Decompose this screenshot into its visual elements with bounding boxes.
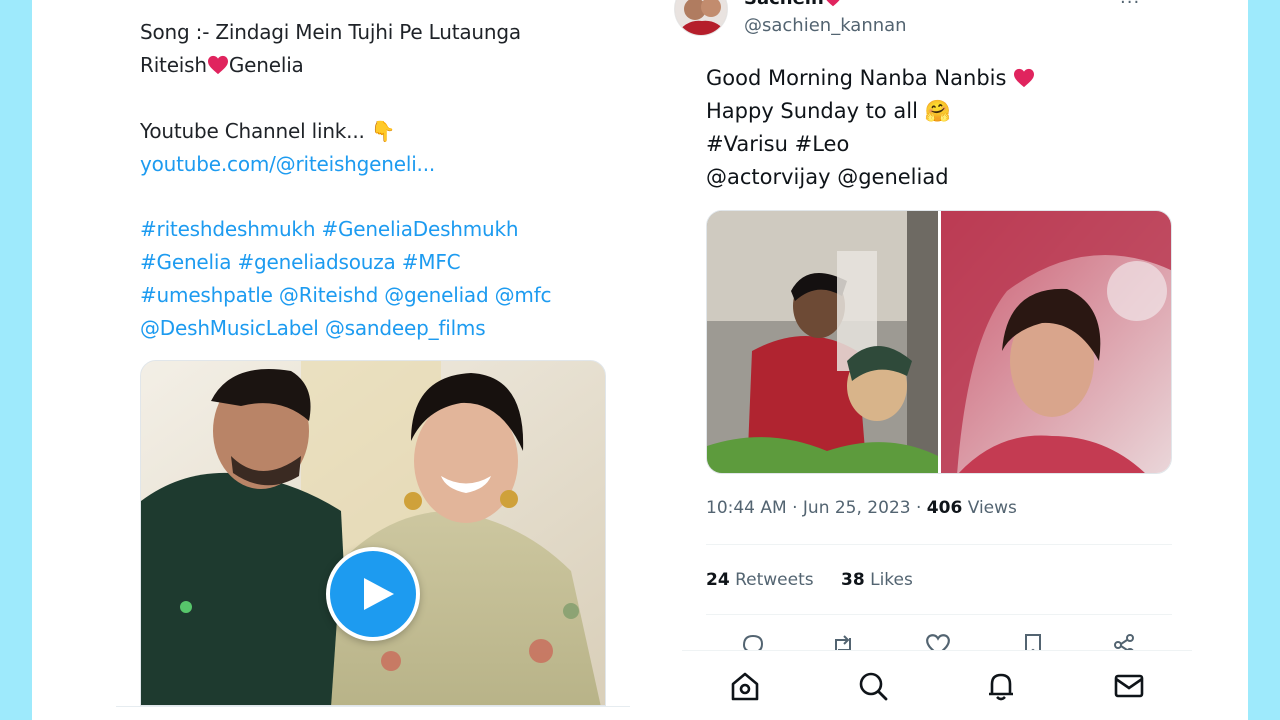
handle[interactable]: @sachien_kannan (744, 15, 907, 36)
views-count: 406 (926, 498, 963, 518)
name-first: Riteish (140, 53, 207, 77)
notifications-icon[interactable] (984, 669, 1018, 703)
channel-link[interactable]: youtube.com/@riteishgeneli... (140, 152, 435, 176)
reply-icon[interactable] (740, 632, 766, 650)
like-icon[interactable] (925, 632, 951, 650)
timestamp: 10:44 AM · Jun 25, 2023 · (706, 498, 927, 518)
likes-stat[interactable]: 38 Likes (841, 570, 913, 590)
retweet-icon[interactable] (830, 632, 856, 650)
action-row (706, 632, 1172, 650)
bookmark-icon[interactable] (1020, 632, 1046, 650)
hashtags[interactable]: #Varisu #Leo (706, 132, 849, 156)
right-tweet: Sachein @sachien_kannan ··· Good Morning… (672, 0, 1192, 720)
song-line: Song :- Zindagi Mein Tujhi Pe Lutaunga (140, 20, 521, 44)
greeting-text: Good Morning Nanba Nanbis (706, 66, 1007, 90)
tweet-divider (116, 706, 630, 707)
display-name[interactable]: Sachein (744, 0, 842, 9)
divider (706, 614, 1172, 615)
play-button[interactable] (326, 547, 420, 641)
search-icon[interactable] (856, 669, 890, 703)
hashtag-line-1[interactable]: #riteshdeshmukh #GeneliaDeshmukh (140, 217, 519, 241)
tweet-photos (707, 211, 1171, 473)
share-icon[interactable] (1111, 632, 1137, 650)
image-grid[interactable] (706, 210, 1172, 474)
divider (706, 544, 1172, 545)
likes-label: Likes (870, 570, 913, 590)
hashtag-line-3[interactable]: #umeshpatle @Riteishd @geneliad @mfc (140, 283, 552, 307)
avatar[interactable] (674, 0, 728, 36)
heart-icon (207, 55, 228, 75)
channel-label-line: Youtube Channel link... 👇 (140, 119, 396, 143)
messages-icon[interactable] (1112, 669, 1146, 703)
name-second: Genelia (228, 53, 304, 77)
views-label: Views (967, 498, 1017, 518)
play-icon (364, 578, 394, 610)
bottom-nav (682, 650, 1192, 720)
home-icon[interactable] (728, 669, 762, 703)
sunday-text: Happy Sunday to all (706, 99, 918, 123)
retweets-count: 24 (706, 570, 730, 590)
tweet-text-line-1: Good Morning Nanba Nanbis (706, 66, 1035, 90)
retweets-label: Retweets (735, 570, 814, 590)
heart-icon (826, 0, 840, 7)
page-canvas: Song :- Zindagi Mein Tujhi Pe Lutaunga R… (32, 0, 1248, 720)
heart-icon (1014, 68, 1035, 88)
channel-label: Youtube Channel link... (140, 119, 365, 143)
tweet-meta: 10:44 AM · Jun 25, 2023 · 406 Views (706, 498, 1017, 518)
avatar-image (675, 0, 727, 35)
video-still (141, 361, 605, 705)
likes-count: 38 (841, 570, 865, 590)
hashtag-line-2[interactable]: #Genelia #geneliadsouza #MFC (140, 250, 461, 274)
hugging-emoji: 🤗 (924, 99, 951, 123)
tweet-text-line-2: Happy Sunday to all 🤗 (706, 99, 951, 124)
retweets-stat[interactable]: 24 Retweets (706, 570, 814, 590)
display-name-text: Sachein (744, 0, 824, 9)
names-line: Riteish Genelia (140, 53, 304, 77)
engagement-stats: 24 Retweets 38 Likes (706, 570, 913, 590)
hashtag-line-4[interactable]: @DeshMusicLabel @sandeep_films (140, 316, 486, 340)
more-icon[interactable]: ··· (1120, 0, 1140, 13)
pointing-down-emoji: 👇 (370, 119, 396, 143)
video-thumbnail[interactable] (140, 360, 606, 706)
mentions[interactable]: @actorvijay @geneliad (706, 165, 949, 189)
left-tweet: Song :- Zindagi Mein Tujhi Pe Lutaunga R… (140, 0, 610, 720)
